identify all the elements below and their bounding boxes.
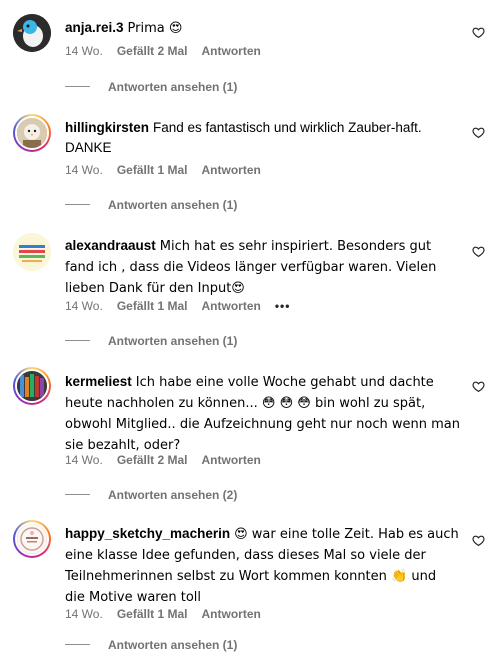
comment-likes[interactable]: Gefällt 2 Mal — [117, 44, 188, 58]
view-replies-label: Antworten ansehen (2) — [108, 488, 238, 502]
avatar-image — [15, 116, 49, 150]
heart-outline-icon[interactable] — [472, 26, 485, 39]
replies-divider — [65, 644, 90, 646]
replies-divider — [65, 86, 90, 88]
comment-likes[interactable]: Gefällt 1 Mal — [117, 163, 188, 177]
comment-likes[interactable]: Gefällt 1 Mal — [117, 607, 188, 621]
reply-button[interactable]: Antworten — [202, 44, 261, 58]
comment-time[interactable]: 14 Wo. — [65, 44, 103, 58]
reply-button[interactable]: Antworten — [202, 163, 261, 177]
reply-button[interactable]: Antworten — [202, 299, 261, 313]
view-replies-button[interactable]: Antworten ansehen (1) — [65, 80, 237, 94]
avatar[interactable] — [13, 520, 51, 558]
comment-username[interactable]: alexandraaust — [65, 238, 156, 253]
comment-time[interactable]: 14 Wo. — [65, 163, 103, 177]
comment-username[interactable]: anja.rei.3 — [65, 20, 124, 35]
comment-likes[interactable]: Gefällt 1 Mal — [117, 299, 188, 313]
comment-text-block: anja.rei.3 Prima 😍 — [65, 18, 460, 39]
avatar-image — [13, 233, 51, 271]
comment-meta: 14 Wo. Gefällt 1 Mal Antworten — [65, 607, 275, 621]
comment-username[interactable]: hillingkirsten — [65, 120, 149, 135]
avatar[interactable] — [13, 233, 51, 271]
avatar-image — [15, 369, 49, 403]
comment-text-block: kermeliest Ich habe eine volle Woche geha… — [65, 372, 460, 456]
comment-time[interactable]: 14 Wo. — [65, 607, 103, 621]
view-replies-label: Antworten ansehen (1) — [108, 638, 238, 652]
comment-meta: 14 Wo. Gefällt 2 Mal Antworten — [65, 44, 275, 58]
comment-likes[interactable]: Gefällt 2 Mal — [117, 453, 188, 467]
view-replies-label: Antworten ansehen (1) — [108, 198, 238, 212]
comment-time[interactable]: 14 Wo. — [65, 453, 103, 467]
avatar-image — [15, 522, 49, 556]
view-replies-button[interactable]: Antworten ansehen (1) — [65, 638, 237, 652]
comment-meta: 14 Wo. Gefällt 2 Mal Antworten — [65, 453, 275, 467]
heart-outline-icon[interactable] — [472, 245, 485, 258]
avatar[interactable] — [13, 367, 51, 405]
heart-outline-icon[interactable] — [472, 380, 485, 393]
comment-username[interactable]: kermeliest — [65, 374, 132, 389]
replies-divider — [65, 494, 90, 496]
comment-username[interactable]: happy_sketchy_macherin — [65, 526, 230, 541]
comment-text-block: alexandraaust Mich hat es sehr inspiriert… — [65, 236, 460, 299]
comment-meta: 14 Wo. Gefällt 1 Mal Antworten — [65, 163, 275, 177]
heart-outline-icon[interactable] — [472, 126, 485, 139]
reply-button[interactable]: Antworten — [202, 607, 261, 621]
heart-outline-icon[interactable] — [472, 534, 485, 547]
comment-text-block: happy_sketchy_macherin 😍 war eine tolle Z… — [65, 524, 460, 608]
view-replies-button[interactable]: Antworten ansehen (1) — [65, 198, 237, 212]
comment-time[interactable]: 14 Wo. — [65, 299, 103, 313]
replies-divider — [65, 340, 90, 342]
more-options-icon[interactable]: ••• — [275, 299, 291, 313]
avatar[interactable] — [13, 14, 51, 52]
comment-meta: 14 Wo. Gefällt 1 Mal Antworten ••• — [65, 299, 304, 313]
comment-text: Prima 😍 — [127, 21, 183, 36]
avatar[interactable] — [13, 114, 51, 152]
view-replies-label: Antworten ansehen (1) — [108, 334, 238, 348]
view-replies-label: Antworten ansehen (1) — [108, 80, 238, 94]
avatar-image — [13, 14, 51, 52]
view-replies-button[interactable]: Antworten ansehen (2) — [65, 488, 237, 502]
comment-text-block: hillingkirsten Fand es fantastisch und wi… — [65, 118, 460, 158]
replies-divider — [65, 204, 90, 206]
view-replies-button[interactable]: Antworten ansehen (1) — [65, 334, 237, 348]
reply-button[interactable]: Antworten — [202, 453, 261, 467]
